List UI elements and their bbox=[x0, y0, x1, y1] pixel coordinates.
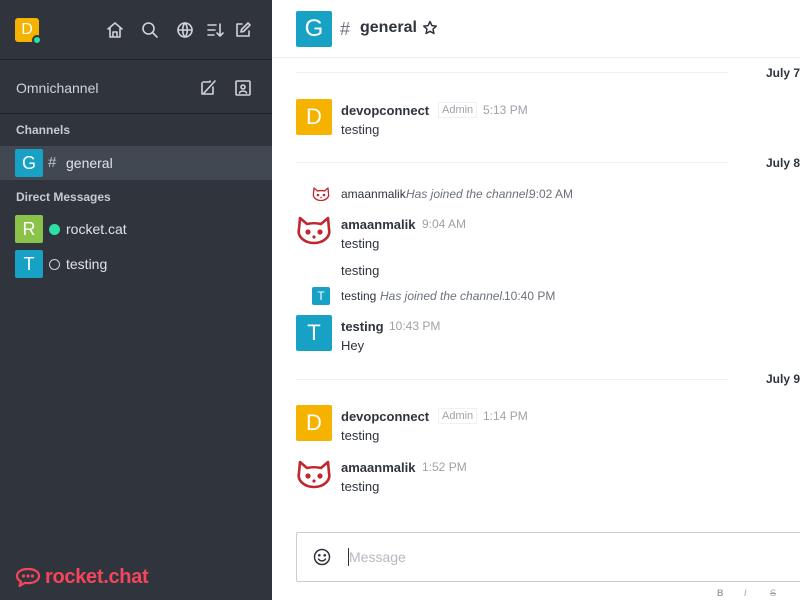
room-name: testing bbox=[66, 256, 108, 272]
cat-avatar-icon[interactable] bbox=[296, 456, 332, 492]
message-time: 1:14 PM bbox=[483, 409, 528, 423]
day-label: July 7, bbox=[766, 66, 800, 80]
hash-icon: # bbox=[48, 154, 57, 171]
omnichannel-bar: Omnichannel bbox=[0, 60, 272, 114]
logo-text: rocket.chat bbox=[45, 566, 149, 588]
message-body: testing bbox=[341, 263, 380, 278]
message-time: 9:04 AM bbox=[422, 217, 467, 231]
day-divider bbox=[296, 72, 728, 73]
message-username[interactable]: amaanmalik bbox=[341, 460, 415, 475]
home-icon[interactable] bbox=[105, 20, 125, 40]
message-time: 10:43 PM bbox=[389, 319, 441, 333]
room-avatar: R bbox=[15, 215, 43, 243]
message-body: Hey bbox=[341, 338, 365, 353]
rocket-chat-logo: rocket.chat bbox=[15, 566, 149, 590]
system-message-text: Has joined the channel. bbox=[406, 187, 532, 201]
role-badge: Admin bbox=[438, 102, 478, 118]
favorite-star-icon[interactable] bbox=[422, 20, 438, 36]
omnichannel-label: Omnichannel bbox=[16, 80, 99, 96]
message-body: testing bbox=[341, 428, 380, 443]
hash-icon: # bbox=[340, 19, 351, 39]
day-divider bbox=[296, 379, 728, 380]
cat-avatar-icon[interactable] bbox=[296, 212, 332, 248]
room-avatar: G bbox=[296, 11, 332, 47]
message-time: 5:13 PM bbox=[483, 103, 528, 117]
main-area: G # general July 7, D devopconnect Admin… bbox=[272, 0, 800, 600]
sort-icon[interactable] bbox=[205, 20, 225, 40]
italic-button[interactable]: I bbox=[744, 588, 747, 598]
message-body: testing bbox=[341, 236, 380, 251]
message-username[interactable]: devopconnect bbox=[341, 103, 429, 118]
message-time: 1:52 PM bbox=[422, 460, 467, 474]
message-username[interactable]: devopconnect bbox=[341, 409, 429, 424]
user-avatar[interactable]: D bbox=[15, 18, 42, 45]
directory-globe-icon[interactable] bbox=[175, 20, 195, 40]
sidebar-item-testing[interactable]: T testing bbox=[0, 247, 272, 281]
emoji-icon[interactable] bbox=[312, 547, 332, 567]
sidebar-item-general[interactable]: G # general bbox=[0, 146, 272, 180]
day-divider bbox=[296, 162, 728, 163]
system-message-user[interactable]: amaanmalik bbox=[341, 187, 406, 201]
direct-messages-section-title: Direct Messages bbox=[16, 190, 111, 204]
sidebar: D Omnichannel Channels G # general Direc… bbox=[0, 0, 272, 600]
channels-section-title: Channels bbox=[16, 123, 71, 137]
rocket-logo-icon bbox=[15, 567, 41, 588]
message-username[interactable]: amaanmalik bbox=[341, 217, 415, 232]
contact-center-icon[interactable] bbox=[233, 78, 253, 98]
system-message-text: Has joined the channel. bbox=[380, 289, 506, 303]
avatar[interactable]: D bbox=[296, 99, 332, 135]
sidebar-header: D bbox=[0, 0, 272, 60]
room-header: G # general bbox=[272, 0, 800, 58]
system-message-time: 10:40 PM bbox=[504, 289, 556, 303]
strike-button[interactable]: S bbox=[770, 588, 776, 598]
user-status-online bbox=[32, 35, 42, 45]
room-name: general bbox=[66, 155, 113, 171]
system-message-user[interactable]: testing bbox=[341, 289, 376, 303]
cat-avatar-icon bbox=[312, 187, 330, 202]
message-composer bbox=[296, 532, 800, 582]
day-label: July 8, bbox=[766, 156, 800, 170]
room-name: rocket.cat bbox=[66, 221, 127, 237]
online-status-icon bbox=[49, 224, 60, 235]
day-label: July 9, bbox=[766, 372, 800, 386]
offline-status-icon bbox=[49, 259, 60, 270]
message-body: testing bbox=[341, 479, 380, 494]
bold-button[interactable]: B bbox=[717, 588, 724, 598]
message-input[interactable] bbox=[349, 545, 789, 569]
message-username[interactable]: testing bbox=[341, 319, 384, 334]
avatar[interactable]: D bbox=[296, 405, 332, 441]
omnichannel-status-icon[interactable] bbox=[198, 78, 218, 98]
avatar[interactable]: T bbox=[296, 315, 332, 351]
user-avatar-initial: D bbox=[21, 21, 33, 38]
sidebar-item-rocket-cat[interactable]: R rocket.cat bbox=[0, 212, 272, 246]
create-new-icon[interactable] bbox=[233, 20, 253, 40]
system-message-time: 9:02 AM bbox=[529, 187, 574, 201]
room-avatar: T bbox=[15, 250, 43, 278]
room-avatar: G bbox=[15, 149, 43, 177]
role-badge: Admin bbox=[438, 408, 478, 424]
avatar: T bbox=[312, 287, 330, 305]
search-icon[interactable] bbox=[140, 20, 160, 40]
room-title: general bbox=[360, 19, 417, 36]
message-body: testing bbox=[341, 122, 380, 137]
